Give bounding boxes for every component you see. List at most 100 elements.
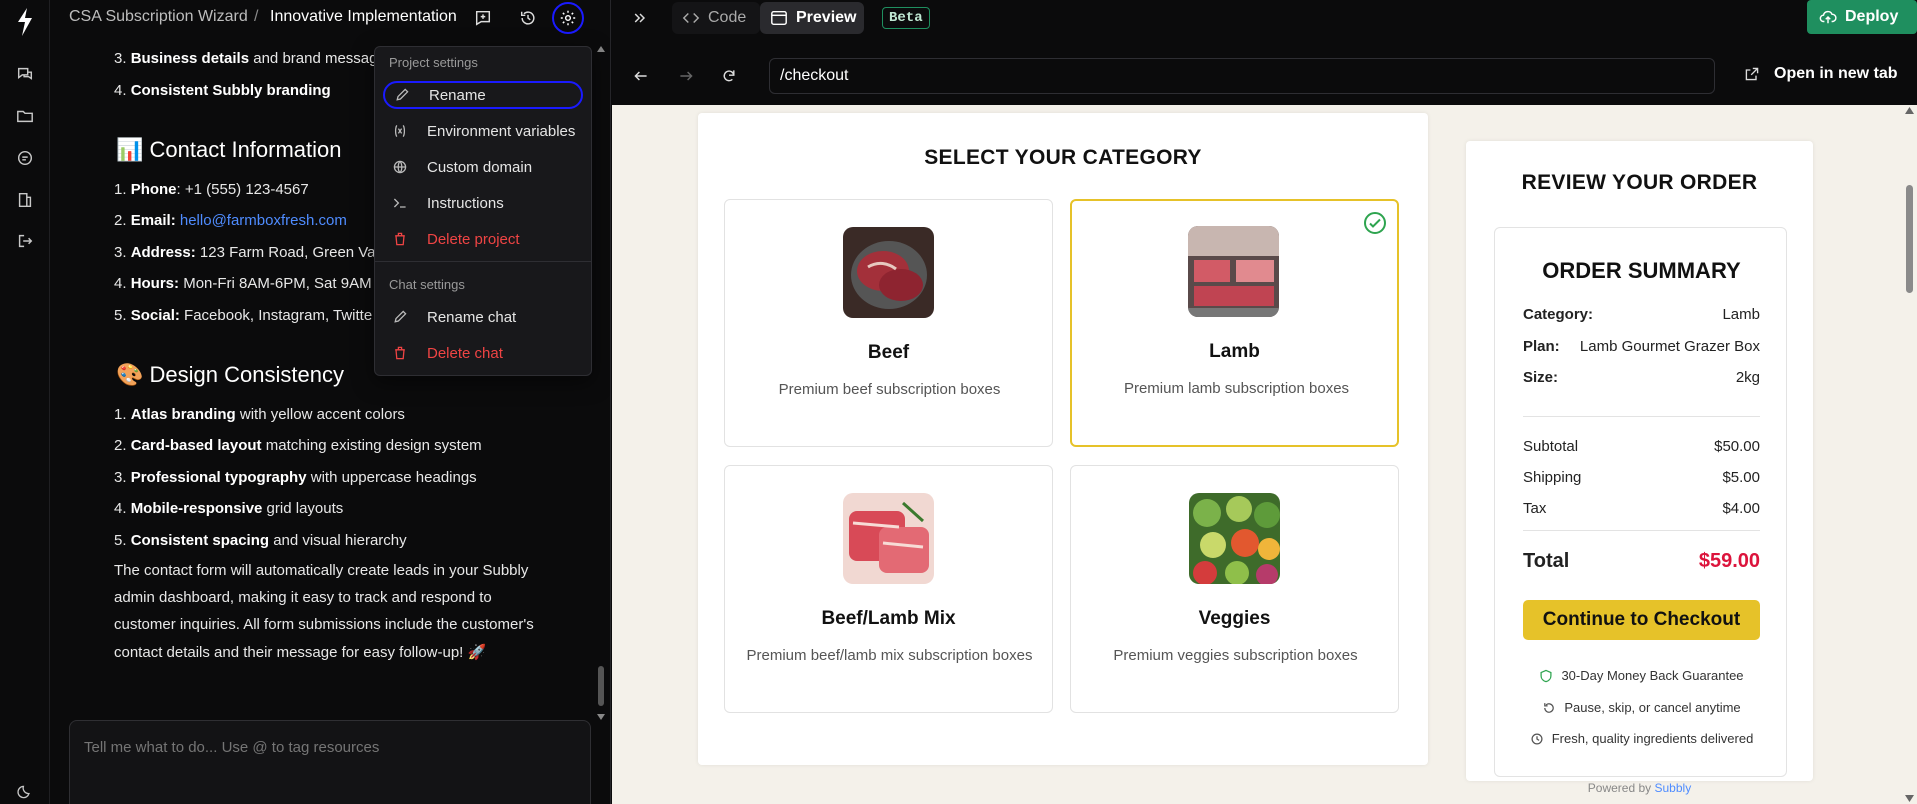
summary-row-subtotal: Subtotal $50.00 xyxy=(1523,438,1760,455)
menu-item-instructions[interactable]: Instructions xyxy=(383,189,583,217)
forward-arrow-icon[interactable] xyxy=(674,64,698,88)
reload-icon[interactable] xyxy=(717,64,741,88)
order-summary-title: ORDER SUMMARY xyxy=(1542,258,1741,283)
tab-code-label: Code xyxy=(708,9,747,26)
trash-icon xyxy=(389,345,411,361)
category-desc: Premium beef subscription boxes xyxy=(778,381,1001,398)
settings-gear-icon[interactable] xyxy=(552,2,584,34)
menu-item-label: Custom domain xyxy=(427,158,533,176)
open-new-tab-label: Open in new tab xyxy=(1774,65,1898,82)
left-rail xyxy=(0,0,50,804)
code-icon xyxy=(682,9,700,27)
chat-line: 3. Address: 123 Farm Road, Green Val xyxy=(114,244,379,261)
globe-icon xyxy=(389,159,411,175)
settings-menu: Project settings Rename Environment vari… xyxy=(374,46,592,376)
menu-item-label: Environment variables xyxy=(427,122,576,140)
top-bar: CSA Subscription Wizard / Innovative Imp… xyxy=(51,0,611,36)
menu-divider xyxy=(375,261,591,262)
category-title: Beef xyxy=(867,342,910,363)
chat-input[interactable] xyxy=(84,739,564,756)
chat-line: 5. Consistent spacing and visual hierarc… xyxy=(114,532,407,549)
chat-title[interactable]: Innovative Implementation xyxy=(270,8,457,26)
summary-row-shipping: Shipping $5.00 xyxy=(1523,469,1760,486)
deploy-button[interactable]: Deploy xyxy=(1807,0,1917,34)
selected-check-icon xyxy=(1363,211,1387,235)
chat-paragraph: contact details and their message for ea… xyxy=(114,644,487,661)
menu-item-label: Delete project xyxy=(427,230,520,248)
preview-scrollbar[interactable] xyxy=(1902,105,1917,804)
folder-icon[interactable] xyxy=(13,104,37,128)
breadcrumb-project[interactable]: CSA Subscription Wizard xyxy=(69,8,248,26)
chat-line: 4. Mobile-responsive grid layouts xyxy=(114,500,344,517)
category-desc: Premium veggies subscription boxes xyxy=(1113,647,1358,664)
back-arrow-icon[interactable] xyxy=(629,64,653,88)
summary-divider xyxy=(1523,530,1760,531)
chat-composer[interactable] xyxy=(69,720,591,804)
category-option-beef[interactable]: Beef Premium beef subscription boxes xyxy=(724,199,1053,447)
contact-heading: 📊 Contact Information xyxy=(116,137,342,162)
open-new-tab-button[interactable]: Open in new tab xyxy=(1744,60,1898,88)
review-order-card: REVIEW YOUR ORDER ORDER SUMMARY Category… xyxy=(1466,141,1813,795)
continue-to-checkout-button[interactable]: Continue to Checkout xyxy=(1523,600,1760,640)
tab-code[interactable]: Code xyxy=(672,2,760,34)
chat-note-icon[interactable] xyxy=(472,7,494,29)
clock-icon xyxy=(1530,732,1544,746)
terminal-icon xyxy=(389,195,411,211)
tab-preview-label: Preview xyxy=(796,9,857,26)
expand-chevrons-icon[interactable] xyxy=(629,7,651,29)
dark-mode-icon[interactable] xyxy=(13,780,37,804)
menu-item-env-vars[interactable]: Environment variables xyxy=(383,117,583,145)
shield-icon xyxy=(1539,669,1553,683)
menu-item-delete-project[interactable]: Delete project xyxy=(383,225,583,253)
tab-preview[interactable]: Preview xyxy=(760,2,864,34)
chat-line: 4. Consistent Subbly branding xyxy=(114,82,331,99)
category-option-lamb[interactable]: Lamb Premium lamb subscription boxes xyxy=(1070,199,1399,447)
chat-paragraph: admin dashboard, making it easy to track… xyxy=(114,589,492,606)
logout-icon[interactable] xyxy=(13,229,37,253)
support-chat-icon[interactable] xyxy=(13,146,37,170)
order-summary-box: ORDER SUMMARY Category: Lamb Plan: Lamb Go… xyxy=(1494,227,1787,777)
breadcrumb-separator: / xyxy=(254,8,259,25)
chats-icon[interactable] xyxy=(13,62,37,86)
category-card: SELECT YOUR CATEGORY Beef Premium beef s… xyxy=(698,113,1428,765)
pencil-icon xyxy=(391,87,413,103)
subbly-link[interactable]: Subbly xyxy=(1655,781,1692,795)
menu-item-custom-domain[interactable]: Custom domain xyxy=(383,153,583,181)
menu-item-label: Instructions xyxy=(427,194,504,212)
category-title: Beef/Lamb Mix xyxy=(821,608,956,629)
menu-item-label: Rename xyxy=(429,86,486,104)
url-input[interactable] xyxy=(769,58,1715,94)
chat-scrollbar[interactable] xyxy=(596,46,606,720)
refresh-icon xyxy=(1542,701,1556,715)
preview-panel: Code Preview Beta Deploy /checkout Open … xyxy=(612,0,1917,804)
email-link[interactable]: hello@farmboxfresh.com xyxy=(180,212,347,229)
menu-item-rename[interactable]: Rename xyxy=(383,81,583,109)
feature-pause: Pause, skip, or cancel anytime xyxy=(1495,700,1788,715)
beef-image xyxy=(843,227,934,318)
lamb-image xyxy=(1188,226,1279,317)
summary-row-size: Size: 2kg xyxy=(1523,369,1760,386)
menu-item-rename-chat[interactable]: Rename chat xyxy=(383,303,583,331)
category-option-veggies[interactable]: Veggies Premium veggies subscription box… xyxy=(1070,465,1399,713)
site-preview: SELECT YOUR CATEGORY Beef Premium beef s… xyxy=(612,105,1917,804)
preview-toolbar: Code Preview Beta Deploy xyxy=(612,0,1917,36)
category-option-beef-lamb-mix[interactable]: Beef/Lamb Mix Premium beef/lamb mix subs… xyxy=(724,465,1053,713)
browser-window-icon xyxy=(770,9,788,27)
deploy-label: Deploy xyxy=(1845,8,1899,25)
project-settings-label: Project settings xyxy=(389,55,478,70)
menu-item-delete-chat[interactable]: Delete chat xyxy=(383,339,583,367)
powered-by: Powered by Subbly xyxy=(1587,781,1692,795)
chat-paragraph: customer inquiries. All form submissions… xyxy=(114,616,534,633)
app-logo-icon[interactable] xyxy=(12,6,38,38)
summary-divider xyxy=(1523,416,1760,417)
summary-row-plan: Plan: Lamb Gourmet Grazer Box xyxy=(1523,338,1760,355)
chat-settings-label: Chat settings xyxy=(389,277,465,292)
category-title: Lamb xyxy=(1209,341,1260,362)
review-heading: REVIEW YOUR ORDER xyxy=(1521,171,1758,194)
documents-icon[interactable] xyxy=(13,188,37,212)
history-icon[interactable] xyxy=(517,7,539,29)
chat-line: 3. Professional typography with uppercas… xyxy=(114,469,477,486)
summary-row-total: Total $59.00 xyxy=(1523,550,1760,572)
cloud-upload-icon xyxy=(1819,8,1837,26)
pencil-icon xyxy=(389,309,411,325)
